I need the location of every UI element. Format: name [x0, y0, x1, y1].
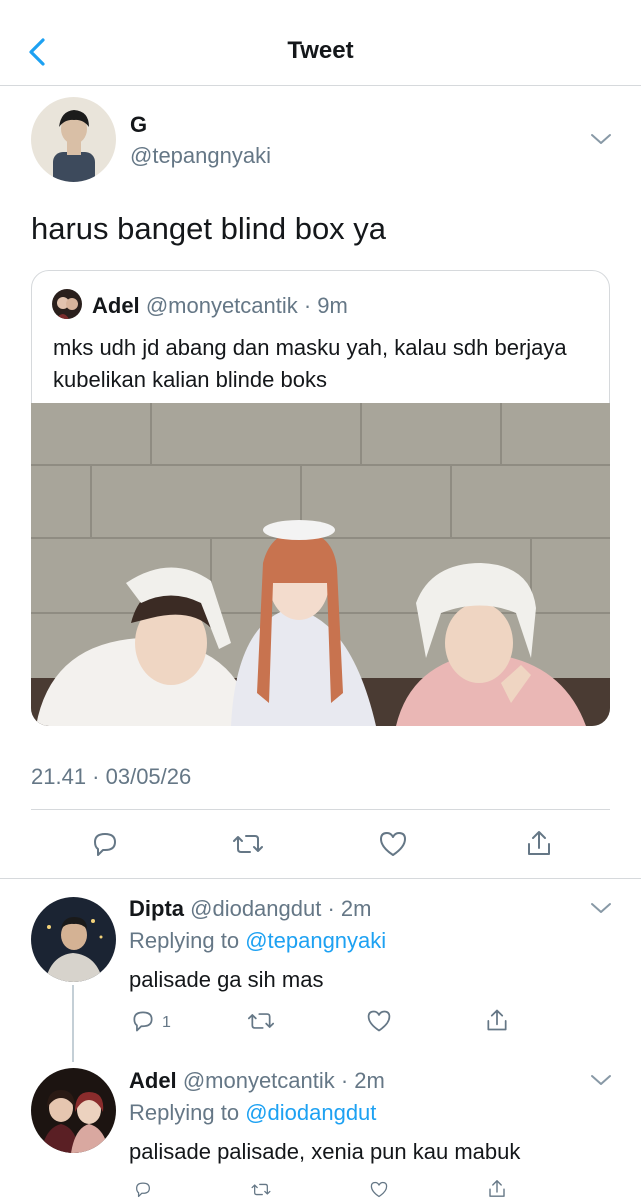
quote-author-name[interactable]: Adel [92, 293, 140, 318]
replying-to-label: Replying to [129, 928, 246, 953]
replying-to-link[interactable]: @diodangdut [245, 1100, 376, 1125]
divider [0, 878, 641, 879]
reply-text: palisade ga sih mas [129, 967, 324, 992]
like-icon[interactable] [378, 829, 408, 859]
nav-bar: Tweet [0, 0, 641, 86]
quote-avatar[interactable] [52, 289, 82, 319]
avatar[interactable] [31, 97, 116, 182]
share-icon[interactable] [484, 1178, 510, 1199]
reply-author-handle[interactable]: @monyetcantik · 2m [183, 1068, 385, 1093]
author-name[interactable]: G [130, 112, 147, 138]
reply-header: Dipta @diodangdut · 2m [129, 896, 371, 922]
replying-to-link[interactable]: @tepangnyaki [245, 928, 386, 953]
retweet-icon[interactable] [231, 829, 265, 859]
share-icon[interactable] [524, 827, 554, 859]
retweet-icon[interactable] [246, 1008, 276, 1034]
tweet-text: harus banget blind box ya [31, 211, 387, 246]
like-icon[interactable] [366, 1180, 392, 1199]
reply-icon[interactable] [130, 1008, 156, 1034]
quote-author-handle[interactable]: @monyetcantik · 9m [146, 293, 348, 318]
avatar[interactable] [31, 897, 116, 982]
page-title: Tweet [287, 37, 354, 64]
replying-to: Replying to @tepangnyaki [129, 928, 386, 954]
avatar[interactable] [31, 1068, 116, 1153]
reply-author-handle[interactable]: @diodangdut · 2m [190, 896, 371, 921]
replying-to-label: Replying to [129, 1100, 246, 1125]
reply-text: palisade palisade, xenia pun kau mabuk [129, 1139, 521, 1164]
reply-author-name[interactable]: Adel [129, 1068, 177, 1093]
reply-count: 1 [162, 1014, 171, 1031]
chevron-down-icon[interactable] [590, 901, 612, 915]
reply-icon[interactable] [90, 829, 120, 859]
reply-header: Adel @monyetcantik · 2m [129, 1068, 385, 1094]
tweet-timestamp: 21.41 · 03/05/26 [31, 764, 192, 789]
quote-text: mks udh jd abang dan masku yah, kalau sd… [53, 335, 567, 392]
like-icon[interactable] [366, 1008, 392, 1034]
reply-icon[interactable] [130, 1180, 156, 1199]
reply-author-name[interactable]: Dipta [129, 896, 184, 921]
quote-header: Adel @monyetcantik · 9m [92, 293, 348, 319]
divider [31, 809, 610, 810]
retweet-icon[interactable] [246, 1180, 276, 1199]
chevron-down-icon[interactable] [590, 1073, 612, 1087]
replying-to: Replying to @diodangdut [129, 1100, 376, 1126]
chevron-down-icon[interactable] [590, 132, 612, 146]
quote-photo[interactable] [31, 403, 610, 726]
thread-line [72, 985, 74, 1062]
share-icon[interactable] [484, 1006, 510, 1034]
author-handle[interactable]: @tepangnyaki [130, 143, 271, 169]
